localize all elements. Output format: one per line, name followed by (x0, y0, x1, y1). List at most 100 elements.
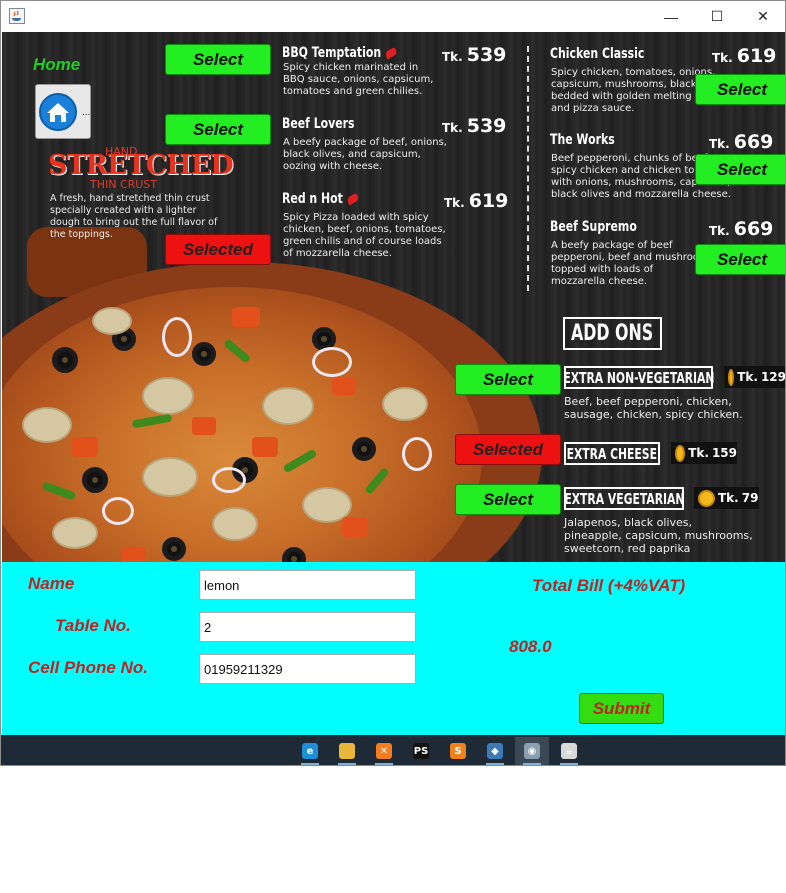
mushroom-topping (92, 307, 132, 335)
edge-icon: e (302, 743, 318, 759)
item-price-the-works: Tk. 669 (709, 131, 774, 153)
olive-topping (282, 547, 306, 562)
item-price-chicken-classic: Tk. 619 (712, 45, 777, 67)
tomato-topping (332, 377, 356, 395)
taskbar-virtualbox-button[interactable]: ◆ (478, 737, 512, 765)
item-price-red-n-hot: Tk. 619 (444, 190, 509, 212)
item-name-red-n-hot: Red n Hot (282, 191, 360, 207)
name-label: Name (28, 574, 75, 593)
item-desc-red-n-hot: Spicy Pizza loaded with spicy chicken, b… (283, 212, 446, 259)
item-desc-beef-supremo: A beefy package of beef pepperoni, beef … (551, 240, 714, 287)
taskbar-sublime-text-button[interactable]: S (441, 737, 475, 765)
select-the-works-button[interactable]: Select (695, 154, 785, 185)
olive-topping (162, 537, 186, 561)
olive-topping (352, 437, 376, 461)
tomato-topping (232, 307, 260, 327)
chili-icon (385, 46, 398, 60)
onion-topping (312, 347, 352, 377)
mushroom-topping (22, 407, 72, 443)
title-bar: — ☐ ✕ (1, 1, 785, 32)
taskbar-xampp-button[interactable]: ✕ (367, 737, 401, 765)
olive-topping (52, 347, 78, 373)
running-indicator (338, 763, 356, 765)
coin-icon (698, 489, 715, 507)
olive-topping (82, 467, 108, 493)
tomato-topping (122, 547, 146, 562)
tomato-topping (72, 437, 98, 457)
running-indicator (486, 763, 504, 765)
table-label: Table No. (55, 616, 131, 635)
item-price-bbq-temptation: Tk. 539 (442, 44, 507, 66)
capsicum-topping (41, 481, 77, 501)
onion-topping (212, 467, 246, 493)
addon-name-extra-vegetarian: EXTRA VEGETARIAN (564, 487, 684, 510)
home-button-ellipsis: ... (82, 107, 91, 118)
phone-number-field[interactable] (199, 654, 416, 684)
home-label: Home (33, 55, 81, 74)
addon-price-extra-cheese: Tk. 159 (671, 442, 737, 464)
menu-panel: Home ... HAND STRETCHED THIN CRUST A fre… (2, 32, 785, 562)
menu-divider (527, 46, 529, 291)
running-indicator (523, 763, 541, 765)
home-icon (39, 93, 77, 131)
capsicum-topping (131, 413, 173, 429)
maximize-button[interactable]: ☐ (694, 1, 740, 32)
close-button[interactable]: ✕ (740, 1, 785, 32)
onion-topping (102, 497, 134, 525)
addon-name-extra-cheese: EXTRA CHEESE (564, 442, 660, 465)
item-price-beef-lovers: Tk. 539 (442, 115, 507, 137)
coin-icon (675, 444, 686, 462)
select-extra-non-vegetarian-button[interactable]: Select (455, 364, 561, 395)
item-name-beef-lovers: Beef Lovers (282, 116, 355, 132)
submit-button[interactable]: Submit (579, 693, 664, 724)
addons-heading: ADD ONS (563, 317, 662, 350)
xampp-icon: ✕ (376, 743, 392, 759)
taskbar-netbeans-button[interactable]: ◉ (515, 737, 549, 765)
addon-price-extra-non-vegetarian: Tk. 129 (724, 366, 785, 388)
item-desc-beef-lovers: A beefy package of beef, onions, black o… (283, 137, 447, 172)
taskbar: e ✕ PS S ◆ ◉ ☕ (1, 735, 785, 765)
select-extra-cheese-button[interactable]: Selected (455, 434, 561, 465)
taskbar-java-app-button[interactable]: ☕ (552, 737, 586, 765)
item-name-beef-supremo: Beef Supremo (550, 219, 637, 235)
select-extra-vegetarian-button[interactable]: Select (455, 484, 561, 515)
phpstorm-icon: PS (413, 743, 429, 759)
olive-topping (192, 342, 216, 366)
running-indicator (560, 763, 578, 765)
capsicum-topping (222, 338, 252, 364)
chili-icon (346, 192, 360, 206)
item-name-bbq-temptation: BBQ Temptation (282, 45, 398, 61)
taskbar-file-explorer-button[interactable] (330, 737, 364, 765)
select-beef-lovers-button[interactable]: Select (165, 114, 271, 145)
item-name-chicken-classic: Chicken Classic (550, 46, 645, 62)
taskbar-phpstorm-button[interactable]: PS (404, 737, 438, 765)
taskbar-edge-button[interactable]: e (293, 737, 327, 765)
coin-icon (728, 368, 735, 386)
sublime-text-icon: S (450, 743, 466, 759)
mushroom-topping (262, 387, 314, 425)
home-button[interactable]: ... (35, 84, 91, 139)
java-app-icon: ☕ (561, 743, 577, 759)
addon-desc-extra-non-vegetarian: Beef, beef pepperoni, chicken, sausage, … (564, 395, 743, 421)
onion-topping (402, 437, 432, 471)
total-bill-label: Total Bill (+4%VAT) (532, 576, 686, 595)
mushroom-topping (142, 377, 194, 415)
java-app-icon (9, 8, 25, 24)
select-beef-supremo-button[interactable]: Select (695, 244, 785, 275)
mushroom-topping (52, 517, 98, 549)
tomato-topping (252, 437, 278, 457)
running-indicator (375, 763, 393, 765)
minimize-button[interactable]: — (648, 1, 694, 32)
mushroom-topping (212, 507, 258, 541)
name-field[interactable] (199, 570, 416, 600)
virtualbox-icon: ◆ (487, 743, 503, 759)
item-price-beef-supremo: Tk. 669 (709, 218, 774, 240)
app-window: — ☐ ✕ Home ... HAND STRETCHED THIN CRUST… (0, 0, 786, 766)
running-indicator (301, 763, 319, 765)
select-chicken-classic-button[interactable]: Select (695, 74, 785, 105)
mushroom-topping (382, 387, 428, 421)
item-desc-bbq-temptation: Spicy chicken marinated in BBQ sauce, on… (283, 62, 434, 97)
select-red-n-hot-button[interactable]: Selected (165, 234, 271, 265)
table-number-field[interactable] (199, 612, 416, 642)
select-bbq-temptation-button[interactable]: Select (165, 44, 271, 75)
